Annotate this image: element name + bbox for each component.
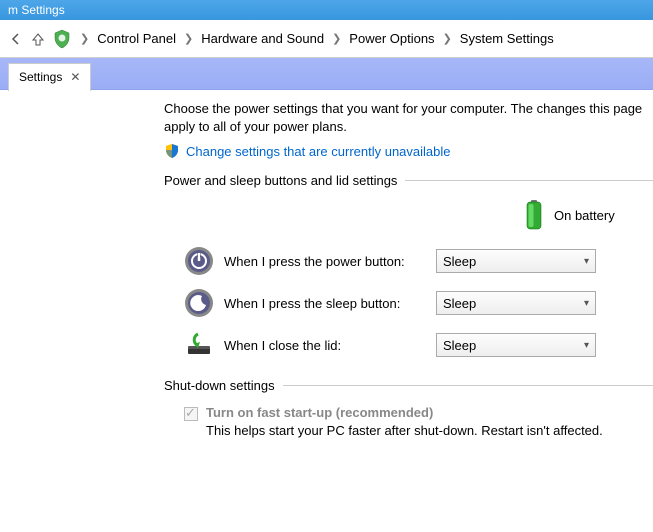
power-button-row: When I press the power button: Sleep ▾ <box>164 246 653 276</box>
section-power-sleep-title: Power and sleep buttons and lid settings <box>164 173 653 188</box>
fast-startup-label: Turn on fast start-up (recommended) <box>206 405 433 420</box>
section-shutdown-title: Shut-down settings <box>164 378 653 393</box>
page-description: Choose the power settings that you want … <box>164 100 653 135</box>
dropdown-value: Sleep <box>443 296 476 311</box>
breadcrumb-separator: ❯ <box>332 32 341 45</box>
tab-settings[interactable]: Settings ✕ <box>8 63 91 91</box>
breadcrumb-hardware-sound[interactable]: Hardware and Sound <box>201 31 324 46</box>
sleep-button-icon <box>184 288 224 318</box>
breadcrumb-bar: ❯ Control Panel ❯ Hardware and Sound ❯ P… <box>0 20 653 58</box>
dropdown-value: Sleep <box>443 254 476 269</box>
change-settings-link[interactable]: Change settings that are currently unava… <box>186 144 451 159</box>
fast-startup-checkbox[interactable] <box>184 407 198 421</box>
main-content: Choose the power settings that you want … <box>164 90 653 438</box>
section-divider <box>405 180 653 181</box>
breadcrumb-power-options[interactable]: Power Options <box>349 31 434 46</box>
power-button-icon <box>184 246 224 276</box>
close-lid-label: When I close the lid: <box>224 338 436 353</box>
section-divider <box>283 385 653 386</box>
close-lid-dropdown[interactable]: Sleep ▾ <box>436 333 596 357</box>
uac-shield-icon <box>164 143 180 159</box>
close-icon[interactable]: ✕ <box>70 70 80 84</box>
tab-band: Settings ✕ <box>0 58 653 90</box>
chevron-down-icon: ▾ <box>584 298 589 309</box>
section-title-text: Shut-down settings <box>164 378 275 393</box>
breadcrumb-system-settings[interactable]: System Settings <box>460 31 554 46</box>
nav-back-icon[interactable] <box>8 31 24 47</box>
sleep-button-dropdown[interactable]: Sleep ▾ <box>436 291 596 315</box>
close-lid-row: When I close the lid: Sleep ▾ <box>164 330 653 360</box>
sleep-button-label: When I press the sleep button: <box>224 296 436 311</box>
section-title-text: Power and sleep buttons and lid settings <box>164 173 397 188</box>
chevron-down-icon: ▾ <box>584 256 589 267</box>
battery-label: On battery <box>554 208 615 223</box>
breadcrumb-separator: ❯ <box>184 32 193 45</box>
breadcrumb-separator: ❯ <box>80 32 89 45</box>
laptop-lid-icon <box>184 330 224 360</box>
change-settings-row: Change settings that are currently unava… <box>164 143 653 159</box>
power-button-dropdown[interactable]: Sleep ▾ <box>436 249 596 273</box>
window-title-bar: m Settings <box>0 0 653 20</box>
fast-startup-desc: This helps start your PC faster after sh… <box>206 423 603 438</box>
dropdown-value: Sleep <box>443 338 476 353</box>
nav-up-icon[interactable] <box>30 31 46 47</box>
window-title: m Settings <box>8 3 65 17</box>
sleep-button-row: When I press the sleep button: Sleep ▾ <box>164 288 653 318</box>
tab-label: Settings <box>19 70 62 84</box>
battery-column-header: On battery <box>164 200 653 230</box>
control-panel-shield-icon <box>52 29 72 49</box>
battery-icon <box>524 200 554 230</box>
breadcrumb-separator: ❯ <box>443 32 452 45</box>
chevron-down-icon: ▾ <box>584 340 589 351</box>
left-pane <box>0 90 164 438</box>
power-button-label: When I press the power button: <box>224 254 436 269</box>
fast-startup-row: Turn on fast start-up (recommended) This… <box>164 405 653 438</box>
breadcrumb-control-panel[interactable]: Control Panel <box>97 31 176 46</box>
